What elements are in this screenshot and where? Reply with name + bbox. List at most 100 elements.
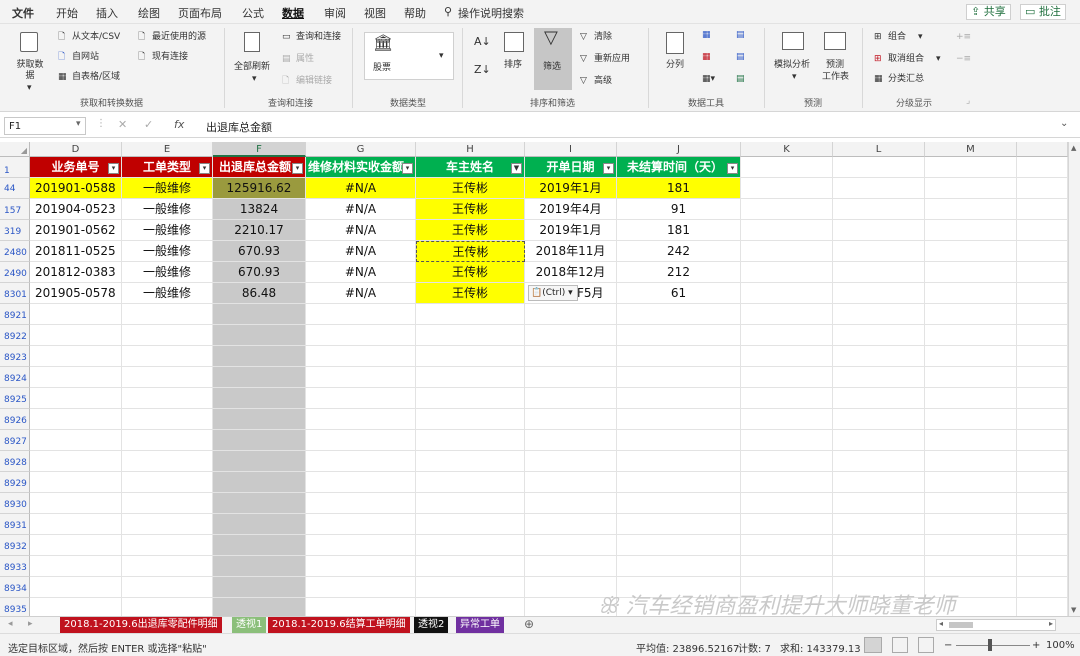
filter-dropdown-icon[interactable]: ▾ <box>108 163 119 174</box>
empty-cell[interactable] <box>741 199 833 220</box>
header-unsettled-days[interactable]: 未结算时间（天） ▾ <box>617 157 741 178</box>
empty-cell[interactable] <box>741 472 833 493</box>
table-cell[interactable]: #N/A <box>306 241 416 262</box>
empty-cell[interactable] <box>925 241 1017 262</box>
empty-cell[interactable] <box>30 388 122 409</box>
empty-cell[interactable] <box>30 304 122 325</box>
empty-cell[interactable] <box>306 472 416 493</box>
table-cell[interactable]: 王传彬 <box>416 262 525 283</box>
empty-cell[interactable] <box>525 556 617 577</box>
text-to-columns-button[interactable]: 分列 <box>666 60 684 71</box>
row-header[interactable]: 157 <box>0 199 30 220</box>
sheet-tab[interactable]: 透视2 <box>414 617 449 633</box>
empty-cell[interactable] <box>617 409 741 430</box>
ungroup-button[interactable]: 取消组合 <box>888 54 924 65</box>
empty-cell[interactable] <box>1017 199 1068 220</box>
empty-cell[interactable] <box>30 346 122 367</box>
row-header[interactable]: 8929 <box>0 472 30 493</box>
empty-cell[interactable] <box>30 367 122 388</box>
empty-cell[interactable] <box>306 367 416 388</box>
forecast-sheet-button[interactable]: 预测 <box>826 60 844 71</box>
empty-cell[interactable] <box>1017 577 1068 598</box>
empty-cell[interactable] <box>741 304 833 325</box>
empty-cell[interactable] <box>925 220 1017 241</box>
enter-icon[interactable]: ✓ <box>144 118 153 131</box>
tab-view[interactable]: 视图 <box>364 5 386 21</box>
table-cell[interactable]: 91 <box>617 199 741 220</box>
page-layout-view-icon[interactable] <box>892 637 908 653</box>
empty-cell[interactable] <box>1017 325 1068 346</box>
empty-cell[interactable] <box>213 535 306 556</box>
filter-button[interactable]: ▽ 筛选 <box>534 28 572 90</box>
sheet-tab[interactable]: 2018.1-2019.6出退库零配件明细 <box>60 617 222 633</box>
recent-sources-button[interactable]: 最近使用的源 <box>152 32 206 43</box>
tab-file[interactable]: 文件 <box>12 5 34 21</box>
sort-descending-icon[interactable]: Z↓ <box>474 64 491 75</box>
empty-cell[interactable] <box>925 409 1017 430</box>
empty-cell[interactable] <box>1017 220 1068 241</box>
empty-cell[interactable] <box>617 451 741 472</box>
empty-cell[interactable] <box>617 556 741 577</box>
tab-help[interactable]: 帮助 <box>404 5 426 21</box>
empty-cell[interactable] <box>416 472 525 493</box>
empty-cell[interactable] <box>122 556 213 577</box>
header-work-type[interactable]: 工单类型 ▾ <box>122 157 213 178</box>
empty-cell[interactable] <box>525 325 617 346</box>
select-all-corner[interactable]: ◢ <box>0 142 30 157</box>
table-cell[interactable]: 212 <box>617 262 741 283</box>
empty-cell[interactable] <box>213 556 306 577</box>
table-cell[interactable]: #N/A <box>306 262 416 283</box>
expand-formula-icon[interactable]: ⌄ <box>1060 118 1068 129</box>
table-cell[interactable]: 125916.62 <box>213 178 306 199</box>
tab-home[interactable]: 开始 <box>56 5 78 21</box>
table-cell[interactable]: 201901-0562 <box>30 220 122 241</box>
empty-cell[interactable] <box>122 430 213 451</box>
empty-cell[interactable] <box>925 556 1017 577</box>
show-detail-icon[interactable]: +≡ <box>956 32 971 43</box>
empty-cell[interactable] <box>833 241 925 262</box>
table-cell[interactable]: 2019年1月 <box>525 178 617 199</box>
next-sheet-icon[interactable]: ▸ <box>28 619 33 629</box>
row-header[interactable]: 8931 <box>0 514 30 535</box>
row-header[interactable]: 2490 <box>0 262 30 283</box>
empty-cell[interactable] <box>416 577 525 598</box>
clear-filter-button[interactable]: 清除 <box>594 32 612 43</box>
empty-cell[interactable] <box>741 493 833 514</box>
manage-data-model-icon[interactable]: ▤ <box>736 74 745 85</box>
share-button[interactable]: ⇪ 共享 <box>966 4 1011 20</box>
empty-cell[interactable] <box>741 514 833 535</box>
empty-cell[interactable] <box>30 514 122 535</box>
flash-fill-icon[interactable]: ▦ <box>702 30 711 41</box>
empty-cell[interactable] <box>617 304 741 325</box>
empty-cell[interactable] <box>741 367 833 388</box>
row-header[interactable]: 44 <box>0 178 30 199</box>
table-cell[interactable]: 61 <box>617 283 741 304</box>
zoom-slider[interactable] <box>956 645 1030 646</box>
table-cell[interactable]: 181 <box>617 178 741 199</box>
consolidate-icon[interactable]: ▤ <box>736 30 745 41</box>
row-header[interactable]: 319 <box>0 220 30 241</box>
status-sum[interactable]: 求和: 143379.13 <box>780 640 861 655</box>
table-cell[interactable]: 一般维修 <box>122 199 213 220</box>
empty-cell[interactable] <box>833 304 925 325</box>
row-header[interactable]: 8927 <box>0 430 30 451</box>
empty-cell[interactable] <box>925 283 1017 304</box>
empty-cell[interactable] <box>306 430 416 451</box>
comments-button[interactable]: ▭ 批注 <box>1020 4 1066 20</box>
row-header[interactable]: 8924 <box>0 367 30 388</box>
empty-cell[interactable] <box>122 577 213 598</box>
tab-data[interactable]: 数据 <box>282 5 304 21</box>
empty-cell[interactable] <box>833 367 925 388</box>
empty-cell[interactable] <box>1017 451 1068 472</box>
empty-cell[interactable] <box>833 283 925 304</box>
empty-cell[interactable] <box>925 388 1017 409</box>
empty-cell[interactable] <box>617 472 741 493</box>
empty-cell[interactable] <box>741 556 833 577</box>
empty-cell[interactable] <box>1017 388 1068 409</box>
scroll-up-icon[interactable]: ▲ <box>1071 144 1076 152</box>
get-data-button[interactable]: 获取数据 <box>14 60 46 82</box>
empty-cell[interactable] <box>833 220 925 241</box>
empty-cell[interactable] <box>416 493 525 514</box>
prev-sheet-icon[interactable]: ◂ <box>8 619 13 629</box>
empty-cell[interactable] <box>306 493 416 514</box>
